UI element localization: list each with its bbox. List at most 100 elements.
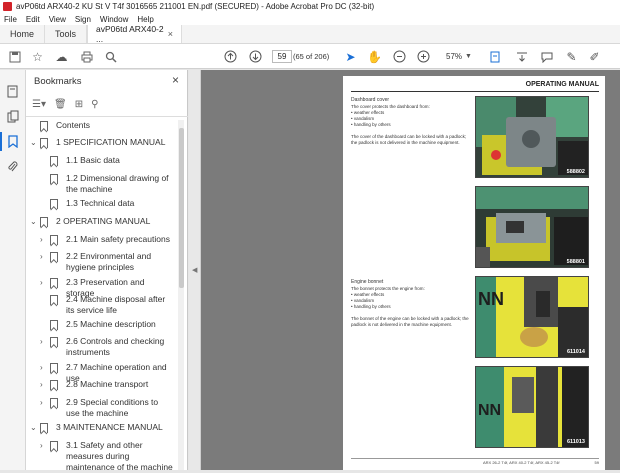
bookmark-icon	[40, 138, 48, 148]
photo-number: 588801	[566, 259, 585, 265]
document-viewer[interactable]: OPERATING MANUAL Dashboard cover The cov…	[201, 70, 620, 470]
bookmark-label: 1.3 Technical data	[66, 198, 135, 208]
window-title: avP06td ARX40-2 KU St V T4f 3016565 2110…	[16, 2, 375, 11]
bookmark-item[interactable]: 1.1 Basic data	[40, 155, 174, 166]
tab-bar: Home Tools avP06td ARX40-2 ... ×	[0, 24, 620, 44]
panel-splitter[interactable]: ◀	[189, 70, 201, 470]
zoom-dropdown-icon[interactable]: ▼	[462, 50, 475, 63]
bookmark-label: 1 SPECIFICATION MANUAL	[56, 137, 166, 147]
chevron-right-icon[interactable]: ›	[40, 277, 50, 288]
pen-icon[interactable]: ✎	[565, 50, 578, 64]
svg-text:NN: NN	[478, 289, 504, 309]
chevron-down-icon[interactable]: ⌄	[30, 216, 40, 227]
find-bookmark-icon[interactable]: ⚲	[91, 99, 98, 110]
collapse-panel-icon[interactable]: ◀	[192, 266, 197, 274]
comment-icon[interactable]	[540, 50, 553, 63]
bookmark-icon	[50, 278, 58, 288]
new-bookmark-icon[interactable]: ⊞	[75, 99, 83, 110]
tab-tools[interactable]: Tools	[45, 25, 88, 43]
search-icon[interactable]	[104, 50, 117, 63]
bookmark-label: 2.1 Main safety precautions	[66, 234, 170, 244]
bookmark-star-icon[interactable]: ☆	[31, 50, 44, 64]
bookmark-icon	[40, 423, 48, 433]
chevron-right-icon[interactable]: ›	[40, 234, 50, 245]
bookmark-icon	[50, 235, 58, 245]
bullet-list: weather effects vandalism handling by ot…	[351, 292, 471, 310]
bookmark-icon	[50, 295, 58, 305]
options-menu-icon[interactable]: ☰▾	[32, 99, 46, 110]
bookmark-scrollbar-thumb[interactable]	[179, 128, 184, 288]
chevron-right-icon[interactable]: ›	[40, 336, 50, 347]
chevron-right-icon[interactable]: ›	[40, 362, 50, 373]
copy-pages-icon[interactable]	[6, 110, 19, 123]
photo-bonnet: NN 611013	[475, 366, 589, 448]
svg-text:NN: NN	[478, 402, 501, 419]
bookmark-item[interactable]: ⌄ 1 SPECIFICATION MANUAL	[30, 137, 174, 148]
scroll-mode-icon[interactable]	[515, 50, 528, 63]
zoom-out-icon[interactable]	[393, 50, 406, 63]
bookmark-item[interactable]: Contents	[30, 120, 174, 131]
page-thumbnails-icon[interactable]	[6, 85, 19, 98]
photo-number: 611014	[566, 349, 585, 355]
bookmark-label: 1.2 Dimensional drawing of the machine	[66, 173, 169, 194]
bookmark-label: 3.1 Safety and other measures during mai…	[66, 440, 173, 472]
hand-tool-icon[interactable]: ✋	[367, 50, 382, 64]
bookmark-item[interactable]: 1.3 Technical data	[40, 198, 174, 209]
page-down-icon[interactable]	[249, 50, 262, 63]
bookmark-item[interactable]: › 2.2 Environmental and hygiene principle…	[40, 251, 174, 273]
bookmarks-panel-icon[interactable]	[0, 132, 19, 151]
menu-help[interactable]: Help	[137, 15, 153, 24]
bookmark-item[interactable]: › 2.1 Main safety precautions	[40, 234, 174, 245]
section-note: The bonnet of the engine can be locked w…	[351, 316, 469, 327]
menu-sign[interactable]: Sign	[75, 15, 91, 24]
chevron-down-icon[interactable]: ⌄	[30, 137, 40, 148]
navigation-sidebar	[0, 70, 26, 470]
bookmark-label: 2 OPERATING MANUAL	[56, 216, 151, 226]
chevron-right-icon[interactable]: ›	[40, 397, 50, 408]
tab-home[interactable]: Home	[0, 25, 46, 43]
section-heading: Dashboard cover	[351, 97, 390, 103]
bookmark-item[interactable]: 1.2 Dimensional drawing of the machine	[40, 173, 174, 195]
close-tab-icon[interactable]: ×	[168, 29, 173, 39]
page-number-input[interactable]: 59	[272, 50, 292, 63]
bookmark-item[interactable]: › 2.8 Machine transport	[40, 379, 174, 390]
page-up-icon[interactable]	[224, 50, 237, 63]
bookmark-label: 2.6 Controls and checking instruments	[66, 336, 165, 357]
upload-cloud-icon[interactable]: ☁	[55, 50, 68, 64]
bookmark-label: 1.1 Basic data	[66, 155, 120, 165]
bookmark-label: 3 MAINTENANCE MANUAL	[56, 422, 163, 432]
close-icon[interactable]: ×	[172, 73, 179, 87]
fit-page-icon[interactable]	[488, 50, 501, 63]
bookmark-item[interactable]: ⌄ 2 OPERATING MANUAL	[30, 216, 174, 227]
attachments-icon[interactable]	[6, 160, 19, 173]
tab-document[interactable]: avP06td ARX40-2 ... ×	[87, 24, 183, 44]
chevron-right-icon[interactable]: ›	[40, 379, 50, 390]
bookmark-label: 2.2 Environmental and hygiene principles	[66, 251, 152, 272]
page-header: OPERATING MANUAL	[525, 81, 599, 88]
zoom-level[interactable]: 57%	[446, 52, 462, 61]
chevron-right-icon[interactable]: ›	[40, 440, 50, 451]
menu-window[interactable]: Window	[100, 15, 128, 24]
menu-file[interactable]: File	[4, 15, 17, 24]
bookmark-item[interactable]: › 3.1 Safety and other measures during ma…	[40, 440, 174, 473]
bookmark-item[interactable]: 2.4 Machine disposal after its service l…	[40, 294, 174, 316]
menu-edit[interactable]: Edit	[26, 15, 40, 24]
photo-number: 588802	[566, 169, 585, 175]
photo-bonnet-lock: NN 611014	[475, 276, 589, 358]
section-note: The cover of the dashboard can be locked…	[351, 134, 467, 145]
save-icon[interactable]	[8, 50, 21, 63]
select-cursor-icon[interactable]: ➤	[344, 50, 357, 64]
zoom-in-icon[interactable]	[417, 50, 430, 63]
chevron-right-icon[interactable]: ›	[40, 251, 50, 262]
menu-view[interactable]: View	[49, 15, 66, 24]
bookmark-item[interactable]: › 2.6 Controls and checking instruments	[40, 336, 174, 358]
page-footer: ARX 26-2 T4f, ARX 40-2 T4f, ARX 45-2 T4f	[483, 460, 560, 465]
bookmark-label: 2.4 Machine disposal after its service l…	[66, 294, 166, 315]
print-icon[interactable]	[80, 50, 93, 63]
bookmark-item[interactable]: ⌄ 3 MAINTENANCE MANUAL	[30, 422, 174, 433]
highlighter-icon[interactable]: ✐	[588, 50, 601, 64]
delete-bookmark-icon[interactable]: 🗑	[54, 99, 67, 110]
bookmark-item[interactable]: › 2.9 Special conditions to use the machi…	[40, 397, 174, 419]
chevron-down-icon[interactable]: ⌄	[30, 422, 40, 433]
bookmark-item[interactable]: 2.5 Machine description	[40, 319, 174, 330]
